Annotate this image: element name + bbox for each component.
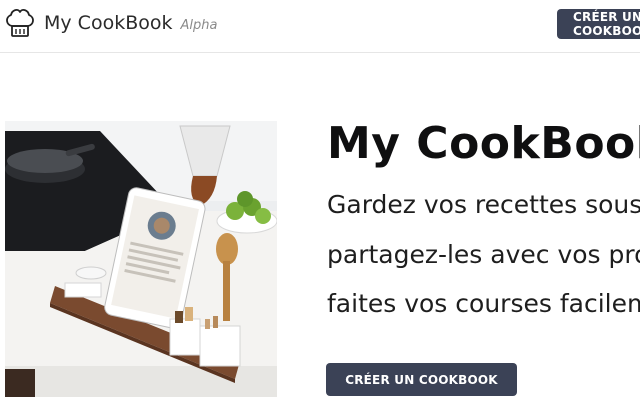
brand-name: My CookBook [44, 12, 173, 34]
hero-tagline-line-1: Gardez vos recettes sous la main, [327, 190, 640, 219]
brand[interactable]: My CookBook Alpha [44, 12, 218, 34]
hero-kitchen-tablet-image [5, 121, 277, 397]
hero-tagline-line-2: partagez-les avec vos proches et [327, 240, 640, 269]
hero-tagline-line-3: faites vos courses facilement [327, 289, 640, 318]
header-create-cookbook-button[interactable]: CRÉER UN COOKBOOK [557, 9, 640, 39]
chef-hat-icon [6, 8, 34, 37]
brand-tag-alpha: Alpha [180, 18, 218, 33]
hero-create-cookbook-button[interactable]: CRÉER UN COOKBOOK [326, 363, 517, 396]
page: My CookBook Alpha CRÉER UN COOKBOOK [0, 0, 640, 420]
top-navbar: My CookBook Alpha CRÉER UN COOKBOOK [0, 0, 640, 53]
hero-title: My CookBook [327, 118, 640, 169]
